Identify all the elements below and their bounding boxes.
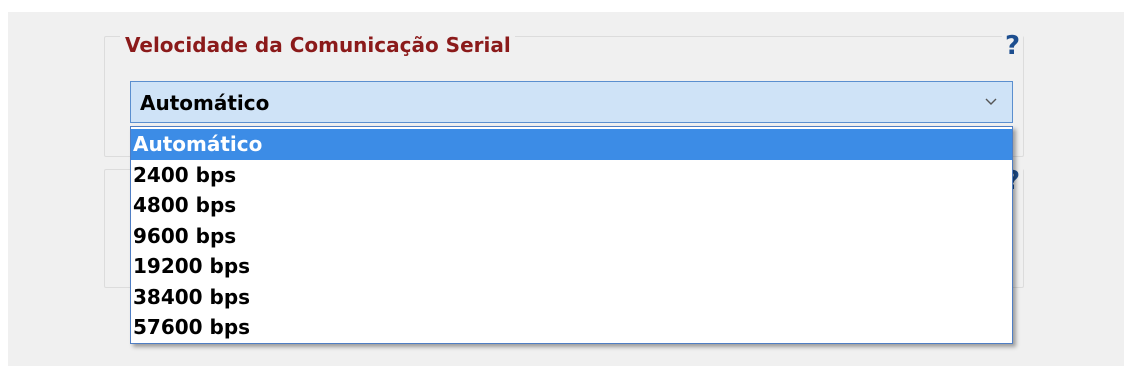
option-2400-bps[interactable]: 2400 bps: [131, 160, 1012, 191]
option-19200-bps[interactable]: 19200 bps: [131, 251, 1012, 282]
help-icon[interactable]: ?: [1002, 31, 1024, 61]
serial-speed-legend: Velocidade da Comunicação Serial: [120, 30, 515, 60]
option-automatico[interactable]: Automático: [131, 129, 1012, 160]
option-57600-bps[interactable]: 57600 bps: [131, 312, 1012, 343]
serial-speed-dropdown-list: Automático 2400 bps 4800 bps 9600 bps 19…: [130, 126, 1013, 344]
option-4800-bps[interactable]: 4800 bps: [131, 190, 1012, 221]
option-9600-bps[interactable]: 9600 bps: [131, 221, 1012, 252]
chevron-down-icon: [985, 98, 997, 105]
serial-speed-select[interactable]: Automático: [130, 81, 1013, 123]
option-38400-bps[interactable]: 38400 bps: [131, 282, 1012, 313]
select-current-value: Automático: [140, 91, 270, 115]
